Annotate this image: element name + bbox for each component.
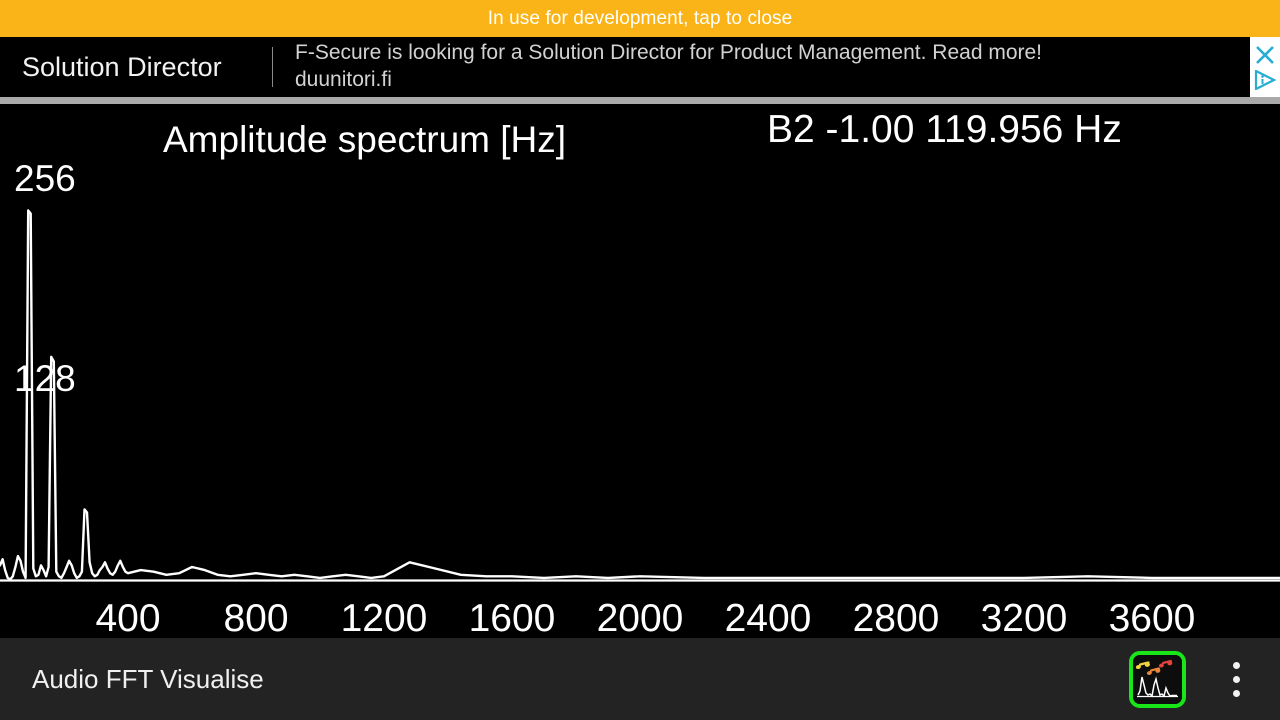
- x-axis-tick-label: 3600: [1108, 597, 1196, 638]
- app-title: Audio FFT Visualise: [32, 664, 264, 694]
- ad-advertiser-name: Solution Director: [22, 51, 222, 82]
- y-axis-tick-label: 128: [14, 357, 76, 399]
- y-axis-tick-label: 256: [14, 158, 76, 200]
- ad-choices-icon[interactable]: [1254, 70, 1276, 90]
- ad-body-text: F-Secure is looking for a Solution Direc…: [295, 41, 1043, 91]
- bottom-toolbar: Audio FFT Visualise: [0, 638, 1280, 720]
- overflow-menu-icon[interactable]: [1212, 649, 1260, 709]
- ad-banner[interactable]: Solution Director F-Secure is looking fo…: [0, 37, 1280, 97]
- pitch-readout: B2 -1.00 119.956 Hz: [767, 108, 1122, 151]
- x-axis-tick-label: 2000: [596, 597, 684, 638]
- amplitude-spectrum-plot[interactable]: Amplitude spectrum [Hz] B2 -1.00 119.956…: [0, 104, 1280, 638]
- x-axis-tick-label: 400: [95, 597, 161, 638]
- overflow-dot: [1232, 675, 1240, 683]
- overflow-dot: [1232, 689, 1240, 697]
- x-axis-tick-label: 1600: [468, 597, 556, 638]
- overflow-dot: [1232, 661, 1240, 669]
- ad-controls: [1250, 37, 1280, 97]
- development-notice-text: In use for development, tap to close: [487, 8, 793, 29]
- audio-fft-visualise-app-icon[interactable]: [1129, 650, 1186, 708]
- x-axis-tick-label: 2400: [724, 597, 812, 638]
- separator-strip: [0, 97, 1280, 104]
- x-axis-tick-label: 3200: [980, 597, 1068, 638]
- audio-fft-visualise-screen: In use for development, tap to close Sol…: [0, 0, 1280, 720]
- x-axis-tick-label: 2800: [852, 597, 940, 638]
- development-notice-bar[interactable]: In use for development, tap to close: [0, 0, 1280, 37]
- ad-advertiser-block[interactable]: Solution Director: [0, 37, 272, 97]
- plot-title: Amplitude spectrum [Hz]: [163, 119, 567, 160]
- x-axis-tick-label: 1200: [340, 597, 428, 638]
- spectrum-trace: [0, 209, 1280, 582]
- x-axis-tick-label: 800: [223, 597, 289, 638]
- close-icon[interactable]: [1254, 44, 1276, 66]
- ad-body-block[interactable]: F-Secure is looking for a Solution Direc…: [273, 37, 1250, 97]
